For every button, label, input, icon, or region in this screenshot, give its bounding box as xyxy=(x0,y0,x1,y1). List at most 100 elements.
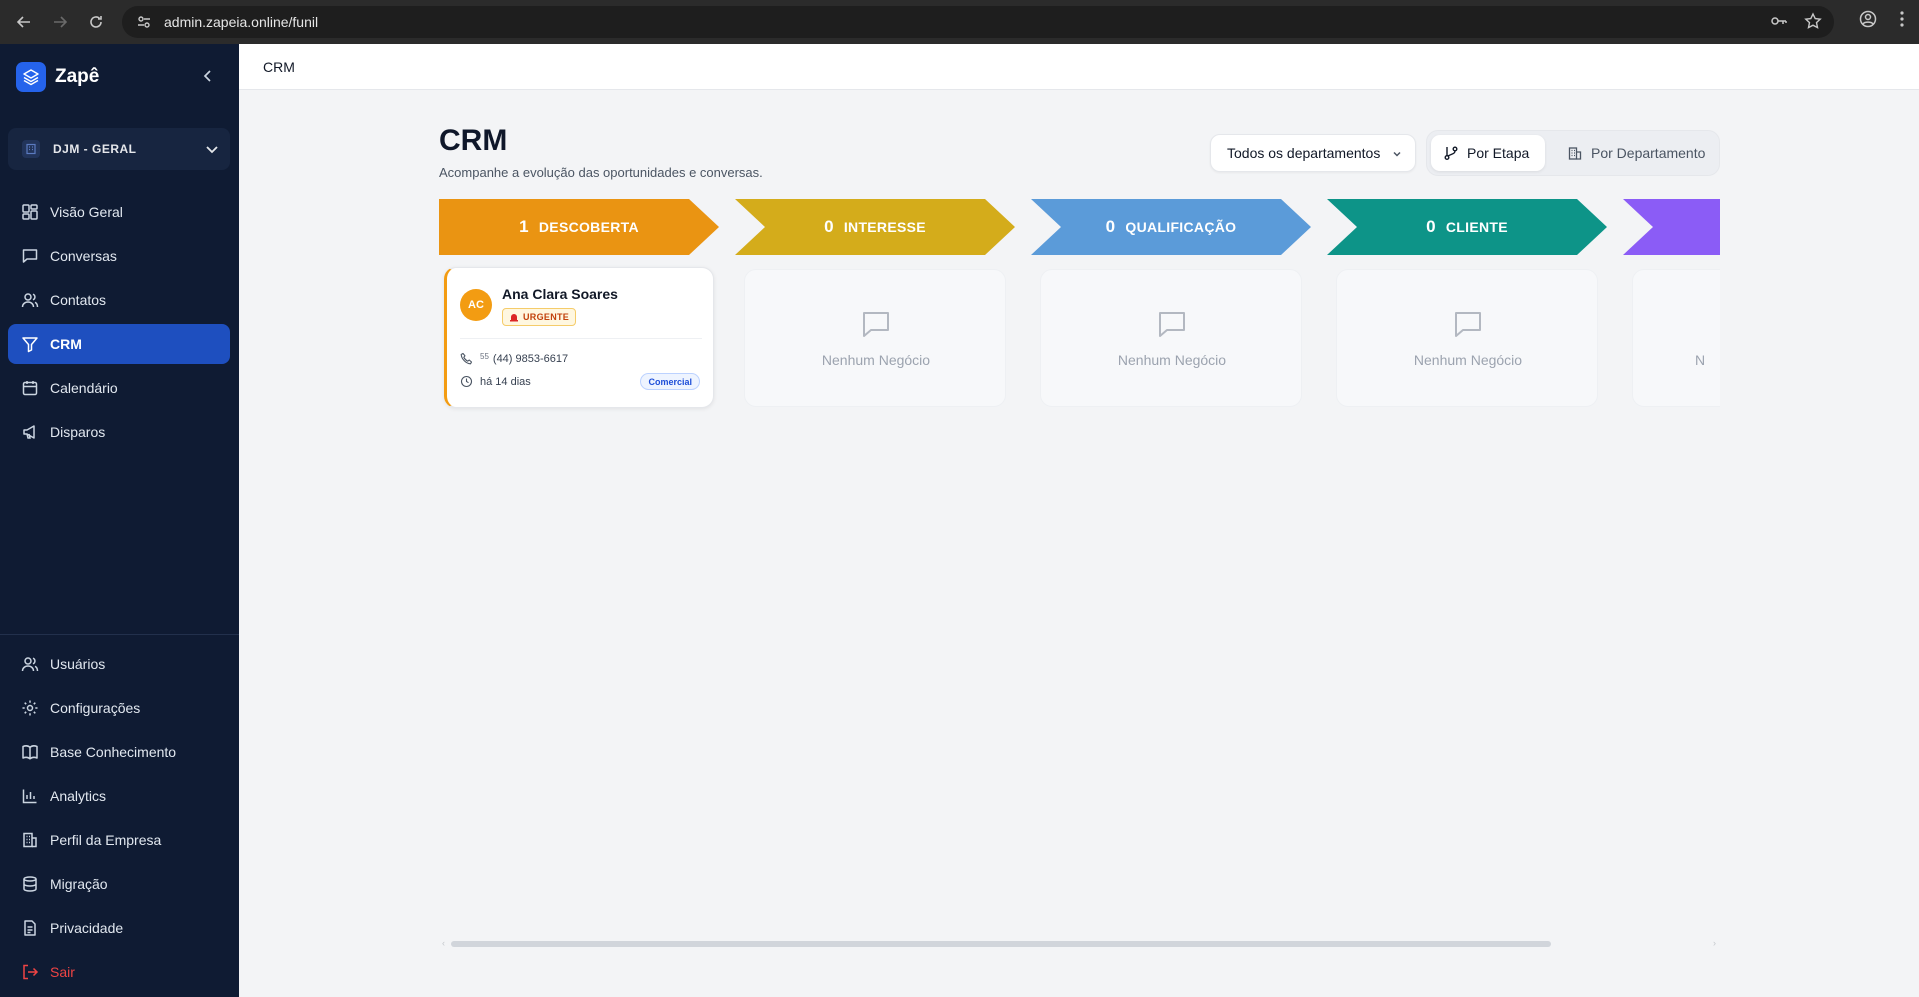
sidebar-item-contatos[interactable]: Contatos xyxy=(8,280,230,320)
bookmark-star-icon[interactable] xyxy=(1804,12,1822,35)
chat-icon xyxy=(1451,308,1485,342)
sidebar-item-label: Calendário xyxy=(50,380,118,396)
stage-name: INTERESSE xyxy=(843,219,926,235)
sidebar-item-migracao[interactable]: Migração xyxy=(8,864,230,904)
chevron-down-icon xyxy=(1391,147,1403,163)
scrollbar-thumb[interactable] xyxy=(451,941,1551,947)
workspace-name: DJM - GERAL xyxy=(53,142,137,156)
sidebar-item-label: Perfil da Empresa xyxy=(50,832,162,848)
site-settings-icon[interactable] xyxy=(134,12,154,32)
empty-stage-placeholder: Nenhum Negócio xyxy=(744,269,1006,407)
back-icon[interactable] xyxy=(12,10,36,34)
stage-name: CLIENTE xyxy=(1445,219,1508,235)
stage-count: 0 xyxy=(1426,217,1436,236)
sidebar-item-privacidade[interactable]: Privacidade xyxy=(8,908,230,948)
address-bar[interactable]: admin.zapeia.online/funil xyxy=(122,6,1834,38)
brand-name: Zapê xyxy=(55,66,100,87)
main-nav: Visão Geral Conversas Contatos CRM Calen… xyxy=(8,192,230,456)
workspace-selector[interactable]: DJM - GERAL xyxy=(8,128,230,170)
sidebar-item-perfil-empresa[interactable]: Perfil da Empresa xyxy=(8,820,230,860)
phone-number: (44) 9853-6617 xyxy=(492,352,569,365)
sidebar-item-label: Analytics xyxy=(50,788,107,804)
sidebar-item-calendario[interactable]: Calendário xyxy=(8,368,230,408)
stage-arrow xyxy=(1623,199,1720,255)
sidebar-item-label: Visão Geral xyxy=(50,204,123,220)
dashboard-icon xyxy=(20,202,40,222)
document-icon xyxy=(20,918,40,938)
card-divider xyxy=(460,338,702,339)
stage-header-cliente[interactable]: 0 CLIENTE xyxy=(1327,199,1607,255)
sidebar-item-label: Contatos xyxy=(50,292,107,308)
building-icon xyxy=(22,140,40,158)
scroll-right-icon[interactable]: › xyxy=(1713,938,1716,948)
sidebar-item-configuracoes[interactable]: Configurações xyxy=(8,688,230,728)
sidebar-item-disparos[interactable]: Disparos xyxy=(8,412,230,452)
sidebar-item-visao-geral[interactable]: Visão Geral xyxy=(8,192,230,232)
bar-chart-icon xyxy=(20,786,40,806)
forward-icon[interactable] xyxy=(48,10,72,34)
sidebar-item-usuarios[interactable]: Usuários xyxy=(8,644,230,684)
view-by-stage-label: Por Etapa xyxy=(1467,145,1530,161)
department-tag: Comercial xyxy=(640,373,700,390)
stage-header-descoberta[interactable]: 1 DESCOBERTA xyxy=(439,199,719,255)
sidebar-item-sair[interactable]: Sair xyxy=(8,952,230,992)
stage-name: QUALIFICAÇÃO xyxy=(1125,219,1237,235)
alarm-icon xyxy=(509,312,519,322)
sidebar-item-label: Configurações xyxy=(50,700,141,716)
secondary-nav: Usuários Configurações Base Conhecimento… xyxy=(8,644,230,996)
phone-icon xyxy=(460,352,473,365)
sidebar-item-base-conhecimento[interactable]: Base Conhecimento xyxy=(8,732,230,772)
stage-header-qualificacao[interactable]: 0 QUALIFICAÇÃO xyxy=(1031,199,1311,255)
stage-label: 0 CLIENTE xyxy=(1327,199,1607,255)
empty-stage-placeholder: Nenhum Negócio xyxy=(1040,269,1302,407)
deal-card[interactable]: AC Ana Clara Soares URGENTE 55 (44) 9853… xyxy=(444,267,714,408)
reload-icon[interactable] xyxy=(84,10,108,34)
sidebar-item-label: CRM xyxy=(50,336,82,352)
stage-label: 1 DESCOBERTA xyxy=(439,199,719,255)
breadcrumb: CRM xyxy=(263,58,295,75)
scroll-left-icon[interactable]: ‹ xyxy=(442,938,445,948)
deal-time: há 14 dias xyxy=(460,375,531,388)
brand[interactable]: Zapê xyxy=(16,62,99,92)
stage-header-next[interactable] xyxy=(1623,199,1720,255)
department-filter-select[interactable]: Todos os departamentos xyxy=(1210,134,1416,172)
browser-menu-icon[interactable] xyxy=(1899,10,1905,33)
country-code: 55 xyxy=(480,352,489,361)
view-by-department-button[interactable]: Por Departamento xyxy=(1555,135,1715,171)
view-by-stage-button[interactable]: Por Etapa xyxy=(1431,135,1545,171)
profile-icon[interactable] xyxy=(1859,10,1877,33)
book-icon xyxy=(20,742,40,762)
stage-name: DESCOBERTA xyxy=(538,219,639,235)
stage-header-interesse[interactable]: 0 INTERESSE xyxy=(735,199,1015,255)
priority-label: URGENTE xyxy=(523,312,570,322)
board-horizontal-scrollbar[interactable]: ‹ › xyxy=(442,938,1716,948)
funnel-icon xyxy=(20,334,40,354)
empty-stage-text: Nenhum Negócio xyxy=(821,352,931,368)
password-key-icon[interactable] xyxy=(1770,12,1788,35)
stage-count: 0 xyxy=(1105,217,1116,236)
kanban-board: 1 DESCOBERTA AC Ana Clara Soares URGENTE… xyxy=(439,199,1720,959)
sidebar-item-label: Migração xyxy=(50,876,108,892)
chevron-left-icon[interactable] xyxy=(200,68,216,84)
sidebar-item-label: Base Conhecimento xyxy=(50,744,177,760)
stage-label: 0 INTERESSE xyxy=(735,199,1015,255)
empty-stage-text: N xyxy=(1695,352,1706,368)
sidebar-item-crm[interactable]: CRM xyxy=(8,324,230,364)
sidebar-item-label: Disparos xyxy=(50,424,106,440)
chevron-down-icon xyxy=(204,141,220,162)
empty-stage-text: Nenhum Negócio xyxy=(1117,352,1227,368)
sidebar-item-analytics[interactable]: Analytics xyxy=(8,776,230,816)
url-text: admin.zapeia.online/funil xyxy=(164,14,319,30)
empty-stage-text: Nenhum Negócio xyxy=(1413,352,1523,368)
database-icon xyxy=(20,874,40,894)
top-header: CRM xyxy=(239,44,1919,90)
view-mode-toggle: Por Etapa Por Departamento xyxy=(1426,130,1720,176)
layers-logo-icon xyxy=(16,62,46,92)
sidebar-item-label: Conversas xyxy=(50,248,117,264)
sidebar-item-conversas[interactable]: Conversas xyxy=(8,236,230,276)
megaphone-icon xyxy=(20,422,40,442)
git-branch-icon xyxy=(1443,145,1459,161)
users-icon xyxy=(20,290,40,310)
stage-label: 0 QUALIFICAÇÃO xyxy=(1031,199,1311,255)
deal-phone: 55 (44) 9853-6617 xyxy=(460,352,568,365)
